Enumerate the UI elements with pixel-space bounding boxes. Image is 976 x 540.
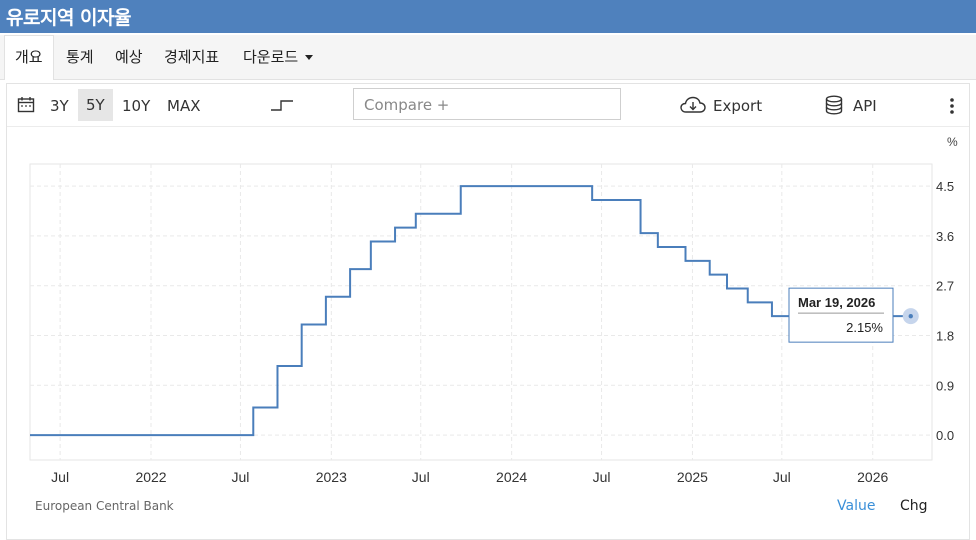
- tooltip-value: 2.15%: [846, 320, 883, 335]
- x-tick-label: Jul: [231, 469, 249, 485]
- tab-download[interactable]: 다운로드: [243, 46, 314, 67]
- cloud-download-icon[interactable]: [680, 96, 706, 118]
- tooltip-date: Mar 19, 2026: [798, 295, 875, 310]
- change-toggle[interactable]: Chg: [900, 498, 928, 514]
- x-tick-label: 2024: [496, 469, 527, 485]
- more-vertical-icon[interactable]: [949, 97, 955, 119]
- api-button[interactable]: API: [853, 97, 877, 115]
- x-tick-label: 2022: [135, 469, 166, 485]
- chart-toolbar: 3Y 5Y 10Y MAX Compare + Export API: [7, 84, 969, 127]
- series-line: [30, 185, 911, 437]
- step-line-icon[interactable]: [270, 97, 294, 116]
- chevron-down-icon: [305, 55, 314, 60]
- x-tick-label: 2023: [316, 469, 347, 485]
- y-tick-label: 2.7: [936, 279, 954, 294]
- range-5y[interactable]: 5Y: [78, 89, 113, 121]
- chart-panel: 3Y 5Y 10Y MAX Compare + Export API Jul 20…: [6, 83, 970, 540]
- range-max[interactable]: MAX: [167, 97, 200, 115]
- y-tick-label: 1.8: [936, 329, 954, 344]
- y-tick-label: 0.0: [936, 428, 954, 443]
- hover-marker-center: [908, 313, 913, 319]
- y-unit-label: %: [947, 135, 958, 149]
- tooltip: Mar 19, 2026 2.15%: [788, 287, 894, 343]
- x-tick-label: Jul: [51, 469, 69, 485]
- x-tick-label: Jul: [593, 469, 611, 485]
- page-title: 유로지역 이자율: [6, 7, 131, 29]
- database-icon[interactable]: [825, 95, 843, 119]
- value-toggle[interactable]: Value: [837, 498, 875, 514]
- title-bar: 유로지역 이자율: [0, 0, 976, 33]
- y-tick-label: 3.6: [936, 229, 954, 244]
- y-tick-label: 4.5: [936, 179, 954, 194]
- calendar-icon[interactable]: [17, 96, 35, 117]
- tab-forecast[interactable]: 예상: [115, 46, 143, 67]
- x-tick-label: Jul: [412, 469, 430, 485]
- rate-line-chart: Jul 2022 Jul 2023 Jul 2024 Jul 2025 Jul 2026 0.0 0…: [29, 135, 958, 485]
- range-3y[interactable]: 3Y: [50, 97, 69, 115]
- range-10y[interactable]: 10Y: [122, 97, 150, 115]
- compare-input[interactable]: Compare +: [353, 88, 621, 120]
- y-tick-label: 0.9: [936, 378, 954, 393]
- tab-stats[interactable]: 통계: [66, 46, 94, 67]
- source-label: European Central Bank: [35, 499, 174, 513]
- x-tick-label: 2026: [857, 469, 888, 485]
- tab-overview[interactable]: 개요: [4, 35, 54, 80]
- tab-bar: 개요 통계 예상 경제지표 다운로드: [0, 35, 976, 80]
- export-button[interactable]: Export: [713, 97, 762, 115]
- x-tick-label: Jul: [773, 469, 791, 485]
- tab-download-label: 다운로드: [243, 48, 299, 66]
- x-tick-label: 2025: [677, 469, 708, 485]
- tab-indicators[interactable]: 경제지표: [164, 46, 219, 67]
